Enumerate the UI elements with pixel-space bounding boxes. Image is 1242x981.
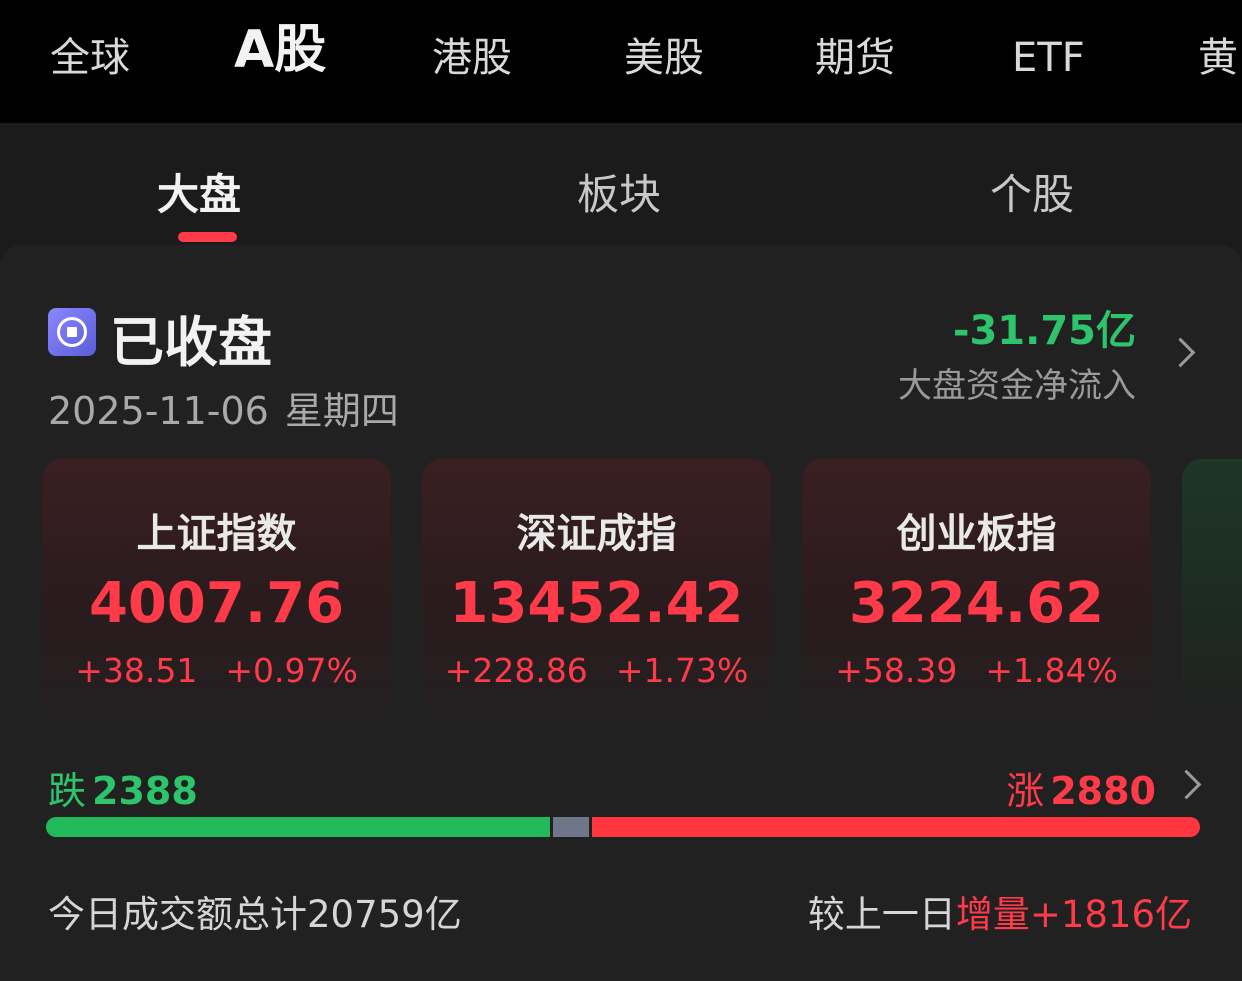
- advancers-label: 涨: [1006, 769, 1045, 813]
- decliners-count[interactable]: 跌 2388: [48, 760, 198, 815]
- index-name: 深证成指: [516, 511, 677, 557]
- tab-us-stocks[interactable]: 美股: [624, 0, 704, 123]
- index-change-points: +38.51: [75, 651, 198, 690]
- index-card-chinext[interactable]: 创业板指 3224.62 +58.39 +1.84%: [802, 459, 1151, 721]
- net-flow-value[interactable]: -31.75亿: [953, 298, 1136, 356]
- tab-sectors[interactable]: 板块: [577, 161, 661, 222]
- active-tab-indicator: [178, 232, 237, 242]
- tab-gold[interactable]: 黄: [1198, 0, 1238, 123]
- tab-a-shares[interactable]: A股: [234, 0, 326, 123]
- turnover-total: 今日成交额总计20759亿: [48, 893, 462, 936]
- turnover-compare: 较上一日增量+1816亿: [808, 884, 1192, 938]
- decliners-label: 跌: [48, 769, 87, 813]
- sub-tab-bar: 大盘 板块 个股: [0, 123, 1242, 245]
- tab-futures[interactable]: 期货: [815, 0, 895, 123]
- index-change-pct: +1.73%: [615, 651, 749, 690]
- breadth-bar-advancers: [592, 817, 1200, 837]
- turnover-compare-value: +1816亿: [1029, 893, 1192, 936]
- stop-circle-icon: [48, 308, 96, 356]
- index-value: 3224.62: [848, 571, 1105, 636]
- decliners-value: 2388: [92, 769, 198, 813]
- tab-global[interactable]: 全球: [50, 0, 130, 123]
- index-change-points: +58.39: [835, 651, 958, 690]
- tab-etf[interactable]: ETF: [1012, 0, 1085, 123]
- tab-market-overview[interactable]: 大盘: [157, 161, 241, 222]
- index-change-pct: +1.84%: [985, 651, 1118, 690]
- index-card-shenzhen[interactable]: 深证成指 13452.42 +228.86 +1.73%: [422, 459, 771, 721]
- breadth-bar-unchanged: [553, 817, 589, 837]
- market-status-label: 已收盘: [110, 311, 272, 374]
- turnover-compare-kind: 增量: [955, 893, 1030, 936]
- index-change-points: +228.86: [444, 651, 588, 690]
- index-change-pct: +0.97%: [225, 651, 358, 690]
- index-value: 13452.42: [449, 571, 744, 636]
- index-name: 创业板指: [896, 511, 1057, 557]
- index-card-next-peek[interactable]: [1182, 459, 1242, 721]
- breadth-bar-decliners: [46, 817, 550, 837]
- index-name: 上证指数: [136, 511, 297, 557]
- index-value: 4007.76: [88, 571, 345, 636]
- trade-date: 2025-11-06 星期四: [48, 380, 399, 435]
- advancers-value: 2880: [1050, 769, 1156, 813]
- turnover-compare-prefix: 较上一日: [807, 893, 956, 936]
- tab-individual-stocks[interactable]: 个股: [990, 161, 1074, 222]
- market-tab-bar: 全球 A股 港股 美股 期货 ETF 黄: [0, 0, 1242, 123]
- index-change: +58.39 +1.84%: [802, 651, 1151, 690]
- index-change: +38.51 +0.97%: [42, 651, 391, 690]
- index-card-shanghai[interactable]: 上证指数 4007.76 +38.51 +0.97%: [42, 459, 391, 721]
- net-flow-label[interactable]: 大盘资金净流入: [898, 358, 1136, 407]
- tab-hk-stocks[interactable]: 港股: [432, 0, 512, 123]
- trade-weekday: 星期四: [284, 389, 399, 433]
- trade-date-value: 2025-11-06: [48, 389, 269, 433]
- advancers-count[interactable]: 涨 2880: [1006, 760, 1156, 815]
- index-change: +228.86 +1.73%: [422, 651, 771, 690]
